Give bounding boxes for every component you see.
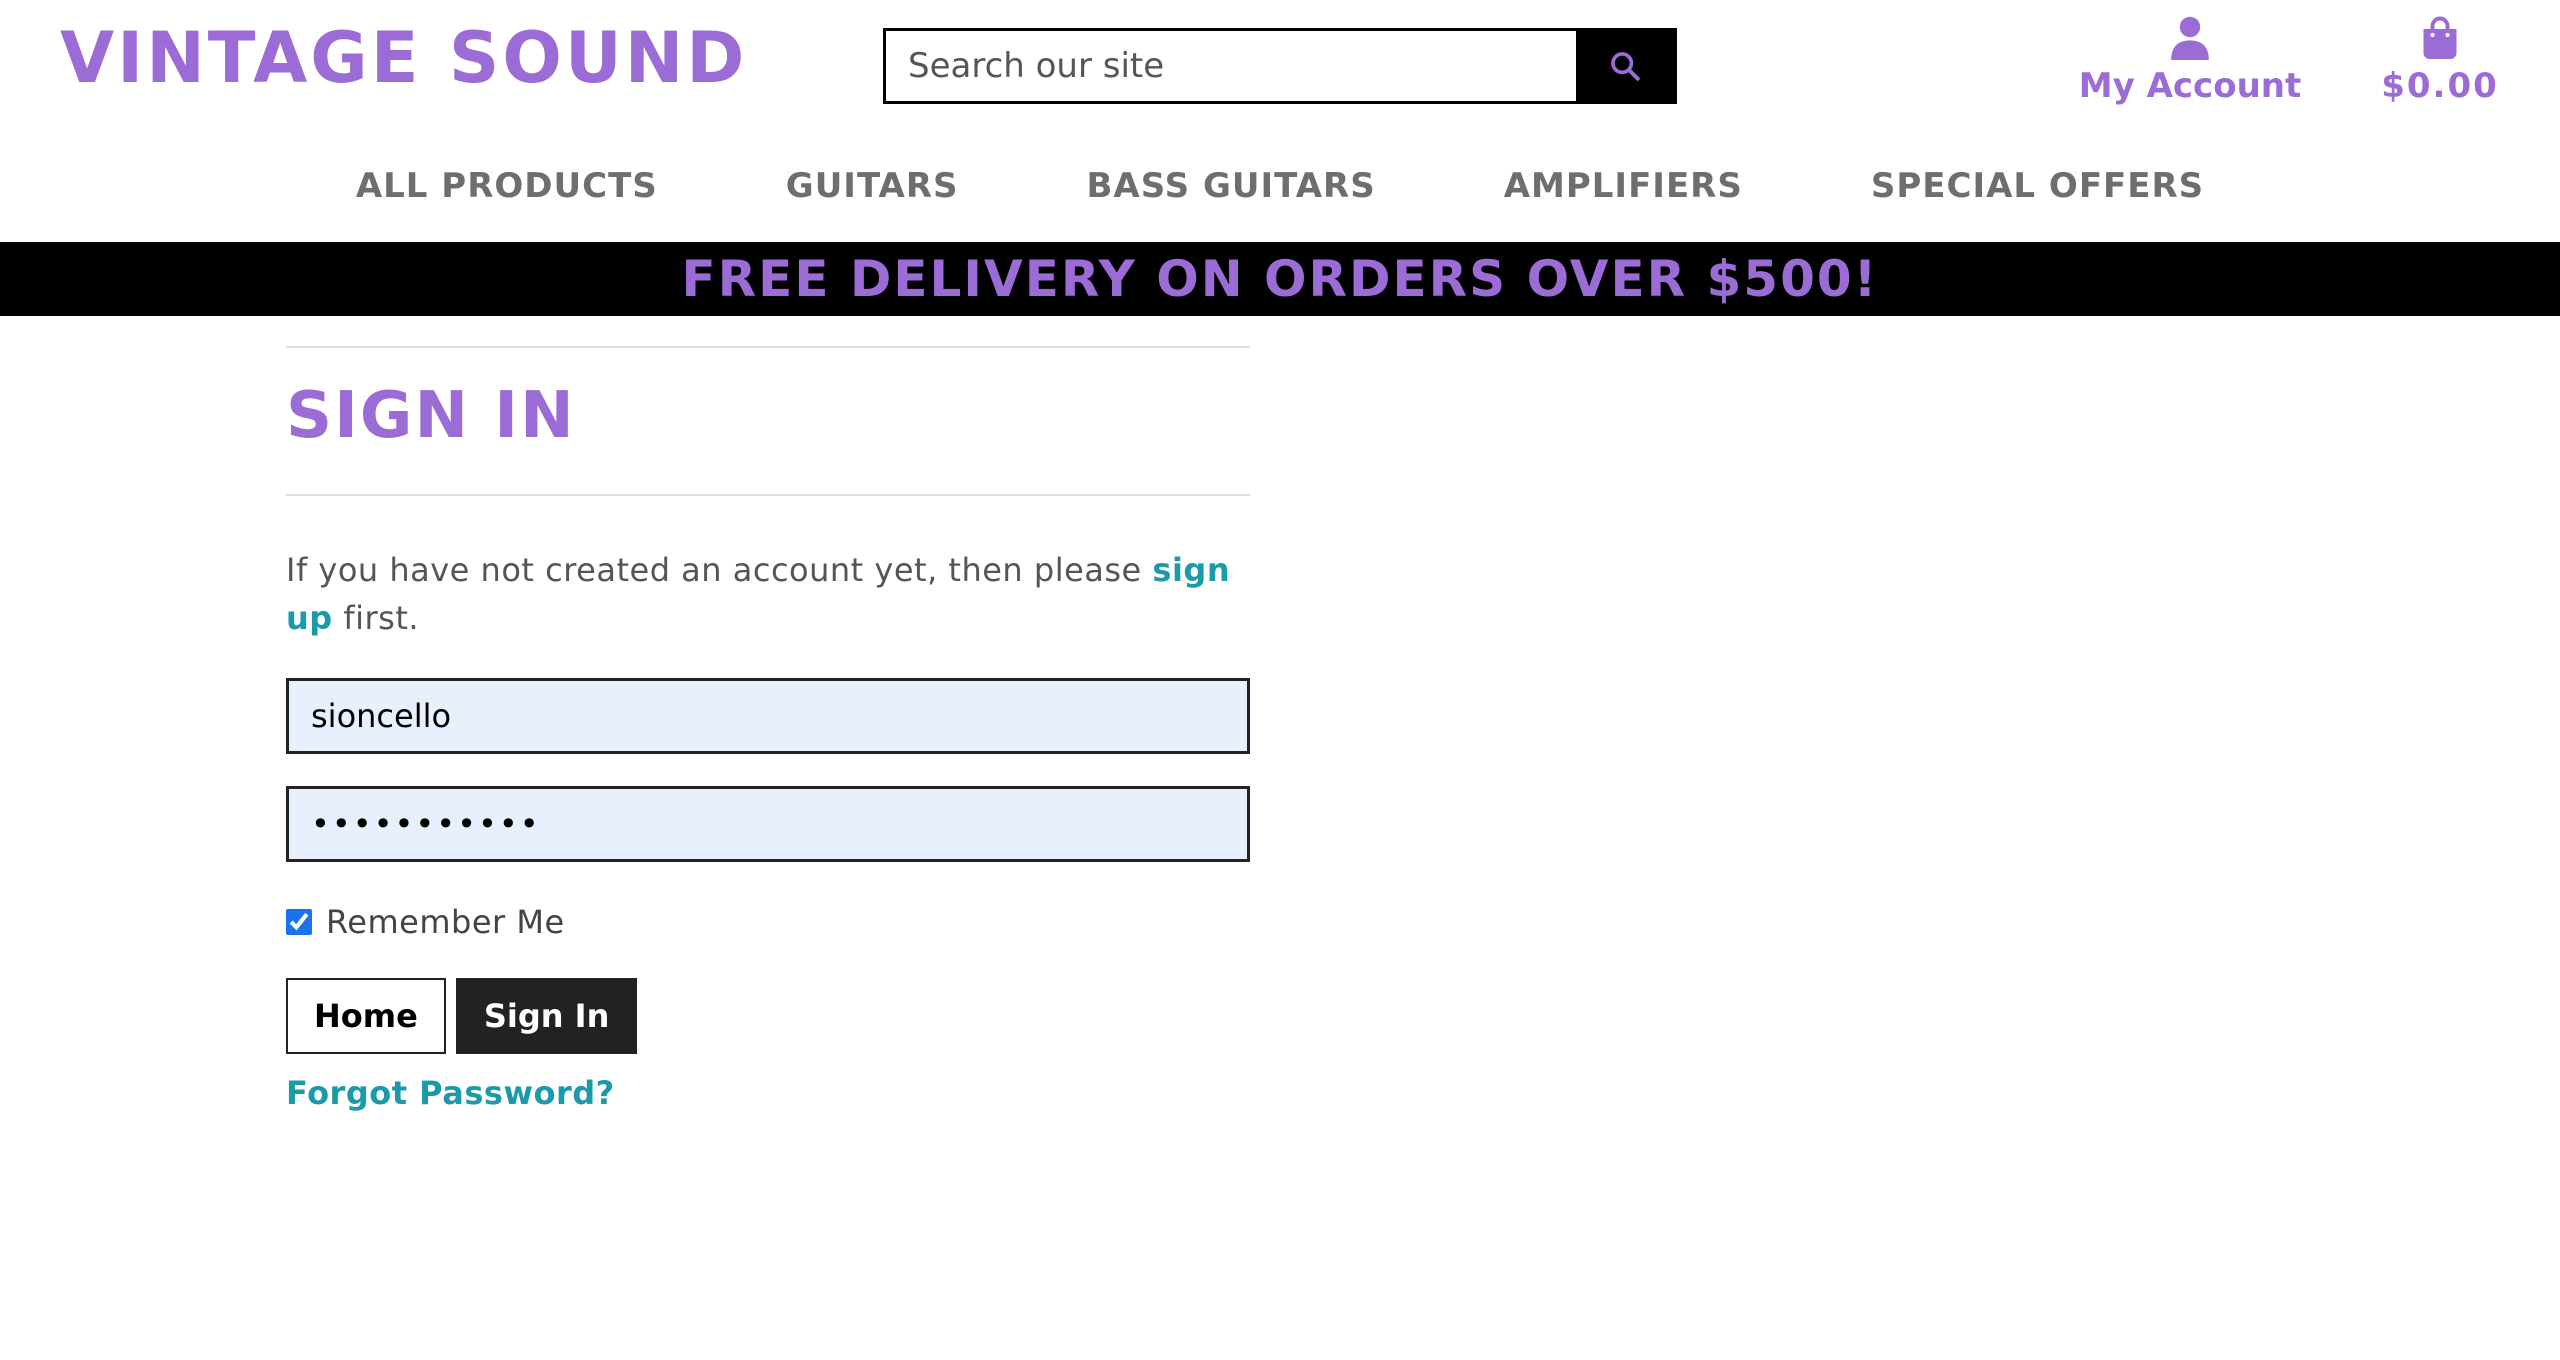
site-logo[interactable]: VINTAGE SOUND: [60, 20, 747, 96]
remember-me-label: Remember Me: [326, 903, 565, 941]
signin-section: SIGN IN If you have not created an accou…: [286, 346, 1250, 1112]
remember-me-checkbox[interactable]: [286, 909, 312, 935]
page-title: SIGN IN: [286, 379, 576, 453]
search-icon: [1611, 52, 1640, 81]
title-divider: [286, 494, 1250, 496]
nav-item-amplifiers[interactable]: AMPLIFIERS: [1440, 160, 1807, 212]
main-nav: ALL PRODUCTS GUITARS BASS GUITARS AMPLIF…: [0, 160, 2560, 212]
nav-item-special-offers[interactable]: SPECIAL OFFERS: [1807, 160, 2268, 212]
site-header: VINTAGE SOUND My Account $0.00 ALL PRODU…: [0, 0, 2560, 242]
search-button[interactable]: [1576, 31, 1674, 101]
top-divider: [286, 346, 1250, 348]
delivery-banner: FREE DELIVERY ON ORDERS OVER $500!: [0, 242, 2560, 316]
form-buttons: Home Sign In: [286, 978, 1250, 1054]
signup-prompt-text: If you have not created an account yet, …: [286, 551, 1153, 589]
nav-item-bass-guitars[interactable]: BASS GUITARS: [1022, 160, 1439, 212]
forgot-password-link[interactable]: Forgot Password?: [286, 1074, 615, 1112]
signup-prompt: If you have not created an account yet, …: [286, 546, 1250, 642]
my-account-label: My Account: [2078, 66, 2302, 106]
search-input[interactable]: [886, 31, 1576, 101]
password-field[interactable]: [286, 786, 1250, 862]
nav-item-all-products[interactable]: ALL PRODUCTS: [292, 160, 722, 212]
delivery-banner-text: FREE DELIVERY ON ORDERS OVER $500!: [681, 250, 1879, 308]
signin-form: Remember Me Home Sign In: [286, 678, 1250, 1054]
signup-prompt-suffix: first.: [332, 599, 420, 637]
sign-in-button[interactable]: Sign In: [455, 978, 638, 1054]
cart-total: $0.00: [2381, 66, 2499, 106]
user-icon: [2171, 16, 2209, 60]
nav-item-guitars[interactable]: GUITARS: [722, 160, 1023, 212]
search-form: [883, 28, 1677, 104]
username-field[interactable]: [286, 678, 1250, 754]
remember-me[interactable]: Remember Me: [286, 902, 1250, 942]
home-button[interactable]: Home: [286, 978, 446, 1054]
my-account-link[interactable]: My Account: [2070, 16, 2310, 106]
cart-link[interactable]: $0.00: [2370, 16, 2510, 106]
shopping-bag-icon: [2423, 16, 2457, 59]
